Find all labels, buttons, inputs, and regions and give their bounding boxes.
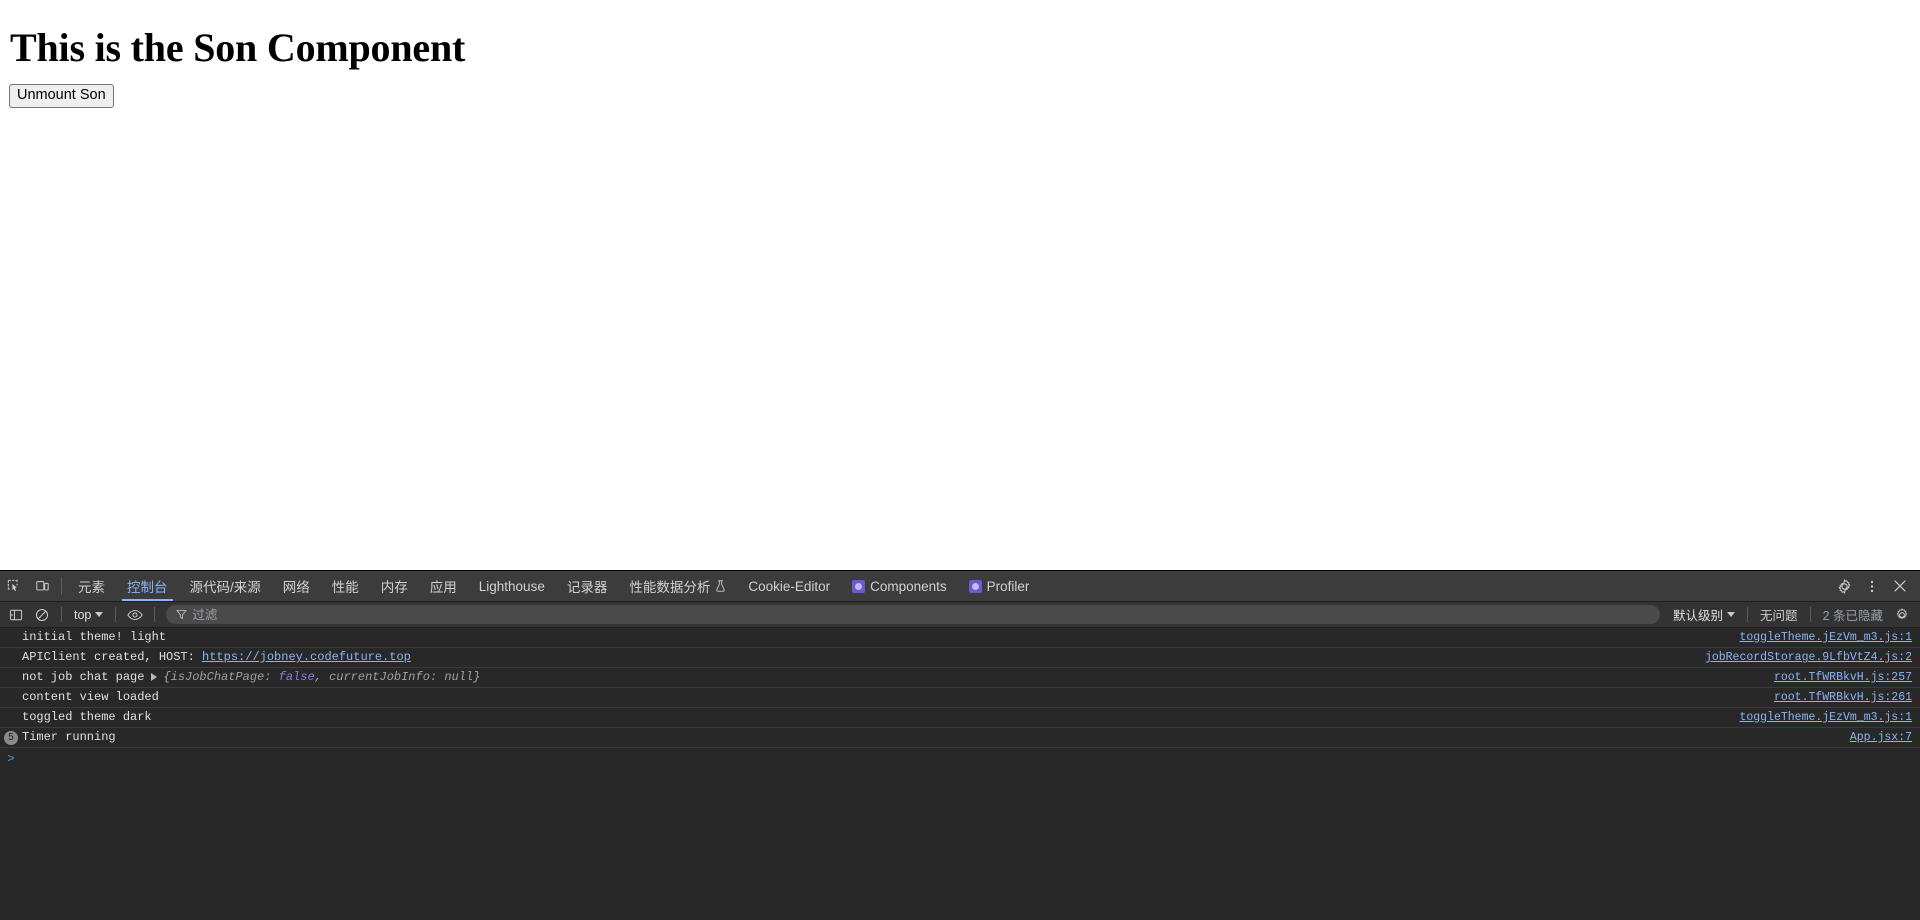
- console-toolbar: top 默认级别 无问题 2 条已隐藏: [0, 602, 1920, 628]
- tab-components[interactable]: Components: [841, 571, 958, 601]
- execution-context-label: top: [74, 607, 92, 622]
- gear-icon[interactable]: [1830, 578, 1858, 594]
- message-text: toggled theme dark: [22, 710, 152, 724]
- gear-icon[interactable]: [1890, 605, 1914, 625]
- devtools-panel: 元素 控制台 源代码/来源 网络 性能 内存 应用 Lighthouse 记录器…: [0, 570, 1920, 920]
- tab-label: 内存: [380, 580, 408, 595]
- tab-label: Lighthouse: [478, 578, 545, 594]
- object-brace-open: {: [163, 670, 171, 684]
- source-link[interactable]: App.jsx:7: [1836, 730, 1912, 745]
- message-text-prefix: APIClient created, HOST:: [22, 650, 203, 664]
- tab-label: 性能数据分析: [629, 580, 711, 595]
- devtools-tabbar-actions: [1819, 571, 1920, 601]
- clear-console-icon[interactable]: [30, 605, 54, 625]
- react-extension-icon: [852, 579, 866, 593]
- toolbar-divider: [1747, 607, 1749, 622]
- console-message[interactable]: toggled theme dark toggleTheme.jEzVm_m3.…: [0, 708, 1920, 728]
- tab-label: 源代码/来源: [189, 580, 261, 595]
- tab-label: 应用: [429, 580, 457, 595]
- tab-performance[interactable]: 性能: [321, 571, 370, 601]
- inline-url-link[interactable]: https://jobney.codefuture.top: [202, 650, 411, 664]
- close-icon[interactable]: [1886, 579, 1914, 593]
- repeat-count-badge: 5: [4, 730, 18, 745]
- inspect-element-icon[interactable]: [0, 571, 28, 601]
- prompt-caret-icon: >: [7, 750, 15, 765]
- object-key: isJobChatPage:: [170, 670, 272, 684]
- hidden-messages-count: 2 条已隐藏: [1822, 609, 1883, 623]
- more-vertical-icon[interactable]: [1858, 579, 1886, 594]
- tab-label: Cookie-Editor: [748, 578, 831, 594]
- toolbar-divider: [61, 607, 62, 622]
- message-gutter: 5: [0, 730, 22, 745]
- filter-icon: [176, 609, 187, 620]
- source-link[interactable]: toggleTheme.jEzVm_m3.js:1: [1725, 630, 1912, 645]
- tab-label: 控制台: [127, 580, 168, 595]
- tab-application[interactable]: 应用: [419, 571, 468, 601]
- console-sidebar-icon[interactable]: [4, 605, 28, 625]
- source-link[interactable]: toggleTheme.jEzVm_m3.js:1: [1725, 710, 1912, 725]
- message-text-prefix: not job chat page: [22, 670, 145, 684]
- react-extension-icon: [968, 579, 982, 593]
- toolbar-divider: [61, 577, 62, 595]
- console-message[interactable]: initial theme! light toggleTheme.jEzVm_m…: [0, 628, 1920, 648]
- tab-performance-insights[interactable]: 性能数据分析: [618, 571, 737, 601]
- source-link[interactable]: root.TfWRBkvH.js:261: [1760, 690, 1912, 705]
- source-link[interactable]: jobRecordStorage.9LfbVtZ4.js:2: [1691, 650, 1912, 665]
- log-level-selector[interactable]: 默认级别: [1668, 603, 1740, 626]
- toolbar-divider: [1809, 607, 1811, 622]
- source-link[interactable]: root.TfWRBkvH.js:257: [1760, 670, 1912, 685]
- issues-status[interactable]: 无问题: [1755, 605, 1803, 624]
- message-text: not job chat page {isJobChatPage: false, …: [22, 670, 1760, 685]
- toolbar-divider: [154, 607, 156, 622]
- tab-profiler[interactable]: Profiler: [958, 571, 1041, 601]
- expand-object-icon[interactable]: [151, 672, 158, 681]
- console-prompt-row[interactable]: >: [0, 748, 1920, 767]
- console-message[interactable]: content view loaded root.TfWRBkvH.js:261: [0, 688, 1920, 708]
- console-message[interactable]: 5 Timer running App.jsx:7: [0, 728, 1920, 748]
- tab-lighthouse[interactable]: Lighthouse: [468, 571, 556, 601]
- tab-elements[interactable]: 元素: [67, 571, 116, 601]
- object-key: currentJobInfo:: [329, 670, 438, 684]
- tab-label: 元素: [78, 580, 105, 595]
- execution-context-selector[interactable]: top: [69, 606, 108, 624]
- message-text: initial theme! light: [22, 630, 167, 644]
- tab-label: Components: [870, 578, 947, 594]
- chevron-down-icon: [95, 612, 104, 617]
- devtools-tabbar: 元素 控制台 源代码/来源 网络 性能 内存 应用 Lighthouse 记录器…: [0, 571, 1920, 602]
- device-toolbar-icon[interactable]: [28, 571, 56, 601]
- object-value: false: [278, 670, 315, 684]
- web-page-content: This is the Son Component Unmount Son: [0, 0, 1920, 570]
- toolbar-divider: [115, 607, 117, 622]
- object-preview[interactable]: {isJobChatPage: false, currentJobInfo: n…: [163, 670, 480, 684]
- object-separator: ,: [314, 670, 330, 684]
- flask-icon: [715, 580, 726, 592]
- console-message[interactable]: APIClient created, HOST: https://jobney.…: [0, 648, 1920, 668]
- log-level-label: 默认级别: [1673, 609, 1724, 623]
- eye-icon[interactable]: [123, 605, 147, 625]
- page-title: This is the Son Component: [10, 25, 466, 70]
- tab-sources[interactable]: 源代码/来源: [179, 571, 272, 601]
- message-text: content view loaded: [22, 690, 159, 704]
- console-filter-box[interactable]: [166, 605, 1661, 624]
- tab-label: 性能: [331, 580, 359, 595]
- unmount-son-button[interactable]: Unmount Son: [9, 84, 114, 109]
- chevron-down-icon: [1727, 612, 1736, 617]
- object-value: null: [444, 670, 474, 684]
- tab-cookie-editor[interactable]: Cookie-Editor: [737, 571, 841, 601]
- message-text: APIClient created, HOST: https://jobney.…: [22, 650, 1691, 665]
- tab-console[interactable]: 控制台: [116, 571, 179, 601]
- tab-label: Profiler: [986, 578, 1030, 594]
- console-message-list[interactable]: initial theme! light toggleTheme.jEzVm_m…: [0, 628, 1920, 920]
- tab-recorder[interactable]: 记录器: [556, 571, 619, 601]
- console-message[interactable]: not job chat page {isJobChatPage: false, …: [0, 668, 1920, 688]
- console-filter-input[interactable]: [192, 607, 1651, 622]
- tab-label: 网络: [282, 580, 310, 595]
- message-text: Timer running: [22, 730, 116, 744]
- tab-network[interactable]: 网络: [272, 571, 321, 601]
- tab-label: 记录器: [566, 580, 608, 595]
- tab-memory[interactable]: 内存: [370, 571, 419, 601]
- object-brace-close: }: [473, 670, 481, 684]
